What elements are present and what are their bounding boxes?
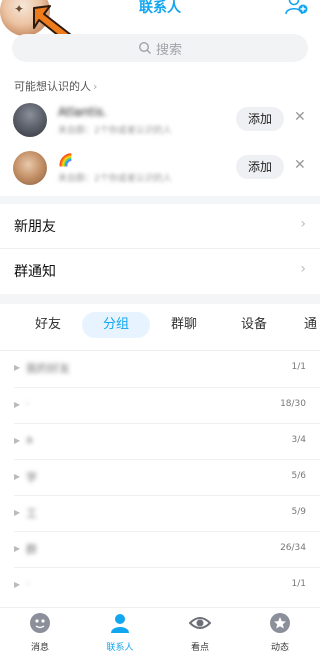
star-icon [270, 613, 290, 633]
message-icon [30, 613, 50, 633]
section-divider [0, 294, 320, 304]
group-row[interactable]: ▶ · 18/30 [0, 388, 320, 424]
add-button[interactable]: 添加 [236, 155, 284, 179]
bottom-tab-label: 看点 [190, 643, 209, 653]
expand-arrow-icon: ▶ [14, 400, 21, 409]
may-know-item[interactable]: 🌈 来自群：2个你或者认识的人 添加 ✕ [0, 145, 320, 193]
group-count: 18/30 [280, 399, 306, 409]
search-placeholder: 搜索 [155, 42, 182, 58]
group-row[interactable]: ▶ · 1/1 [0, 568, 320, 604]
group-name: 工 [26, 507, 37, 520]
expand-arrow-icon: ▶ [14, 436, 21, 445]
search-icon [138, 41, 151, 54]
tab-devices[interactable]: 设备 [230, 312, 278, 338]
expand-arrow-icon: ▶ [14, 472, 21, 481]
group-row[interactable]: ▶ 学 5/6 [0, 460, 320, 496]
may-know-item[interactable]: Atlantis. 来自群：2个你或者认识的人 添加 ✕ [0, 97, 320, 145]
tab-groups[interactable]: 分组 [82, 312, 150, 338]
contacts-icon [111, 614, 129, 633]
new-friends-row[interactable]: 新朋友 › [0, 204, 320, 248]
group-row[interactable]: ▶ 我的好友 1/1 [0, 351, 320, 387]
group-name: · [26, 577, 30, 590]
watch-icon [188, 617, 212, 629]
group-row[interactable]: ▶ a 3/4 [0, 424, 320, 460]
new-friends-label: 新朋友 [14, 219, 56, 235]
may-know-subtitle: 来自群：2个你或者认识的人 [58, 174, 172, 184]
contact-tabs: 好友 分组 群聊 设备 通 [0, 312, 320, 344]
expand-arrow-icon: ▶ [14, 508, 21, 517]
group-row[interactable]: ▶ 群 26/34 [0, 532, 320, 568]
chevron-right-icon: › [300, 261, 306, 277]
bottom-tab-feed[interactable]: 动态 [240, 612, 320, 653]
may-know-title-text: 可能想认识的人 [14, 80, 91, 93]
tab-group-chats[interactable]: 群聊 [160, 312, 208, 338]
bottom-tab-messages[interactable]: 消息 [0, 612, 80, 653]
avatar [13, 151, 47, 185]
add-button[interactable]: 添加 [236, 107, 284, 131]
bottom-nav: 消息 联系人 看点 动态 [0, 607, 320, 653]
bottom-tab-watch[interactable]: 看点 [160, 612, 240, 653]
group-count: 5/9 [291, 507, 306, 517]
bottom-tab-label: 联系人 [106, 643, 134, 653]
page-title: 联系人 [139, 0, 181, 16]
tab-friends[interactable]: 好友 [24, 312, 72, 338]
group-count: 1/1 [291, 579, 306, 589]
may-know-name: Atlantis. [58, 105, 108, 119]
search-bar[interactable]: 搜索 [12, 34, 308, 62]
chevron-right-icon: › [93, 80, 98, 93]
group-count: 26/34 [280, 543, 306, 553]
group-name: · [26, 397, 30, 410]
section-divider [0, 196, 320, 204]
bottom-tab-contacts[interactable]: 联系人 [80, 612, 160, 653]
may-know-subtitle: 来自群：2个你或者认识的人 [58, 126, 172, 136]
group-name: 学 [26, 471, 37, 484]
add-friend-icon[interactable] [284, 0, 308, 16]
group-count: 1/1 [291, 362, 306, 372]
tab-more[interactable]: 通 [304, 312, 320, 338]
group-name: 群 [26, 543, 37, 556]
group-row[interactable]: ▶ 工 5/9 [0, 496, 320, 532]
group-name: 我的好友 [26, 362, 70, 375]
bottom-tab-label: 消息 [30, 643, 49, 653]
avatar [13, 103, 47, 137]
group-notice-row[interactable]: 群通知 › [0, 249, 320, 293]
expand-arrow-icon: ▶ [14, 363, 21, 372]
group-count: 3/4 [291, 435, 306, 445]
group-count: 5/6 [291, 471, 306, 481]
group-name: a [26, 433, 33, 446]
bottom-tab-label: 动态 [270, 643, 289, 653]
chevron-right-icon: › [300, 216, 306, 232]
expand-arrow-icon: ▶ [14, 544, 21, 553]
may-know-name: 🌈 [58, 153, 73, 167]
group-notice-label: 群通知 [14, 264, 56, 280]
may-know-section-title[interactable]: 可能想认识的人 › [14, 78, 97, 94]
expand-arrow-icon: ▶ [14, 580, 21, 589]
header: ✦ 联系人 [0, 0, 320, 49]
dismiss-icon[interactable]: ✕ [294, 109, 306, 125]
dismiss-icon[interactable]: ✕ [294, 157, 306, 173]
